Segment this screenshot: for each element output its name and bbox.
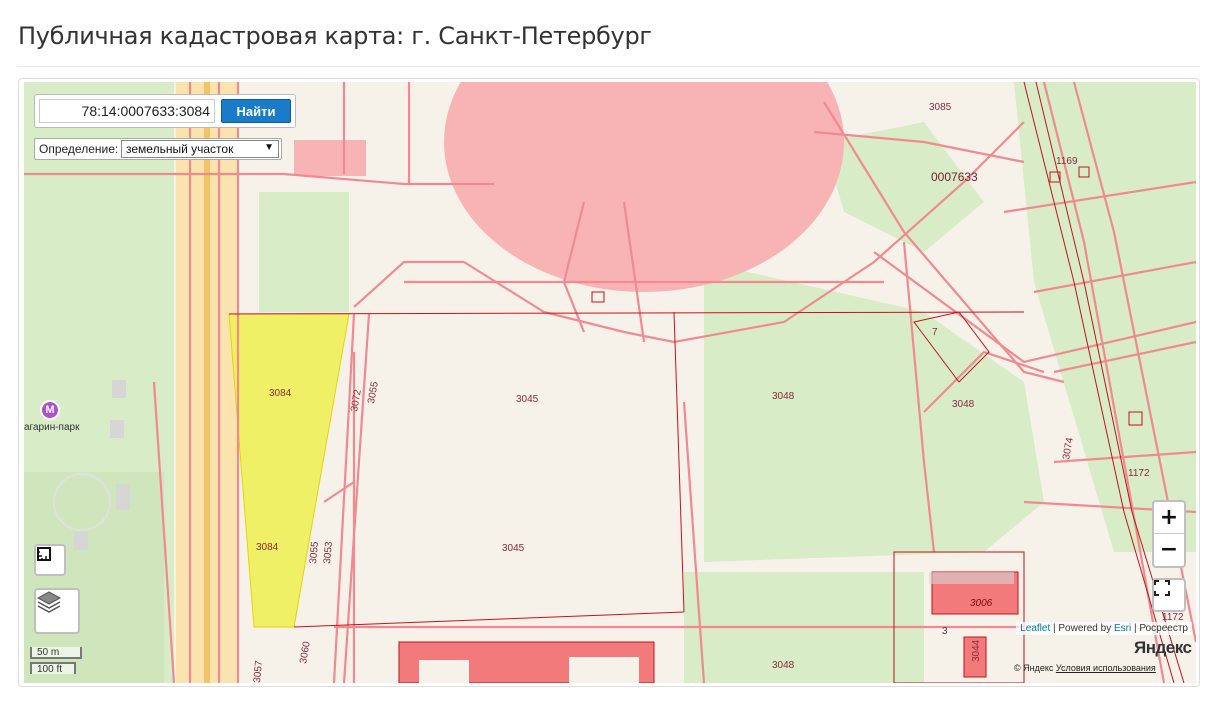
building-small-nw xyxy=(294,140,366,176)
definition-selected: земельный участок xyxy=(126,142,234,156)
parcel-label: 3048 xyxy=(952,399,975,410)
esri-link[interactable]: Esri xyxy=(1114,623,1131,634)
parcel-label: 3060 xyxy=(298,640,313,664)
parcel-label: 3055 xyxy=(308,541,321,565)
chevron-down-icon: ▼ xyxy=(264,142,274,153)
metro-label: агарин-парк xyxy=(24,422,80,433)
parcel-label: 3084 xyxy=(269,388,292,399)
search-control: Найти xyxy=(34,94,296,128)
building-stadium-west xyxy=(469,82,549,172)
parcel-label: 3048 xyxy=(772,660,795,671)
cadastral-map[interactable]: 3084 3084 3045 3045 3048 3048 3048 3085 … xyxy=(24,82,1196,683)
definition-select[interactable]: земельный участок ▼ xyxy=(121,140,279,158)
parcel-label: 3045 xyxy=(516,394,539,405)
parcel-label: 3006 xyxy=(970,598,993,609)
parcel-label: 1172 xyxy=(1128,468,1150,479)
parcel-label: 7 xyxy=(932,327,938,338)
ruler-icon xyxy=(37,547,51,561)
building-grey xyxy=(112,380,126,398)
attribution: Leaflet | Powered by Esri | Росреестр xyxy=(1016,622,1192,635)
parcel-label: 3053 xyxy=(322,541,335,565)
building-grey xyxy=(74,532,88,550)
find-button[interactable]: Найти xyxy=(221,99,291,123)
parcel-3084-highlighted xyxy=(228,313,350,628)
definition-control: Определение: земельный участок ▼ xyxy=(34,138,282,160)
yandex-logo: Яндекс xyxy=(1134,638,1192,657)
attribution-text: | Powered by xyxy=(1050,623,1114,634)
parcel-label: 3057 xyxy=(252,660,265,683)
scale-metric: 50 m xyxy=(30,647,82,659)
title-divider xyxy=(18,66,1200,67)
quarter-label: 0007633 xyxy=(931,170,978,184)
zoom-control: + − xyxy=(1152,500,1186,568)
fullscreen-button[interactable] xyxy=(1152,578,1186,612)
parcel-label: 3055 xyxy=(366,380,381,404)
zoom-in-button[interactable]: + xyxy=(1154,502,1184,534)
green-zone-east xyxy=(704,262,1044,562)
parcel-label: 3045 xyxy=(502,543,525,554)
yandex-terms: © Яндекс Условия использования xyxy=(1014,663,1156,673)
building-grey xyxy=(116,484,130,510)
fullscreen-icon xyxy=(1154,580,1170,596)
metro-icon[interactable]: M xyxy=(40,400,60,420)
layers-button[interactable] xyxy=(34,588,80,634)
definition-label: Определение: xyxy=(39,142,119,156)
layers-icon xyxy=(36,591,62,613)
attribution-rosreestr: | Росреестр xyxy=(1131,623,1188,634)
ruler-button[interactable] xyxy=(34,544,66,576)
yandex-copyright: © Яндекс xyxy=(1014,663,1056,673)
zoom-out-button[interactable]: − xyxy=(1154,534,1184,565)
leaflet-link[interactable]: Leaflet xyxy=(1020,623,1050,634)
cadastral-number-input[interactable] xyxy=(39,99,215,123)
parcel-label: 3074 xyxy=(1061,436,1076,460)
parcel-label: 1169 xyxy=(1056,156,1078,167)
map-canvas[interactable]: 3084 3084 3045 3045 3048 3048 3048 3085 … xyxy=(24,82,1196,683)
page-title: Публичная кадастровая карта: г. Санкт-Пе… xyxy=(18,22,652,50)
building-grey xyxy=(110,420,124,438)
parcel-label: 3044 xyxy=(971,639,982,662)
parcel-label: 3 xyxy=(942,626,948,637)
parcel-label: 3084 xyxy=(256,542,279,553)
yandex-terms-link[interactable]: Условия использования xyxy=(1056,663,1156,673)
parcel-label: 3085 xyxy=(929,102,952,113)
scale-imperial: 100 ft xyxy=(30,662,76,675)
parcel-label: 3048 xyxy=(772,391,795,402)
green-strip xyxy=(259,192,349,312)
